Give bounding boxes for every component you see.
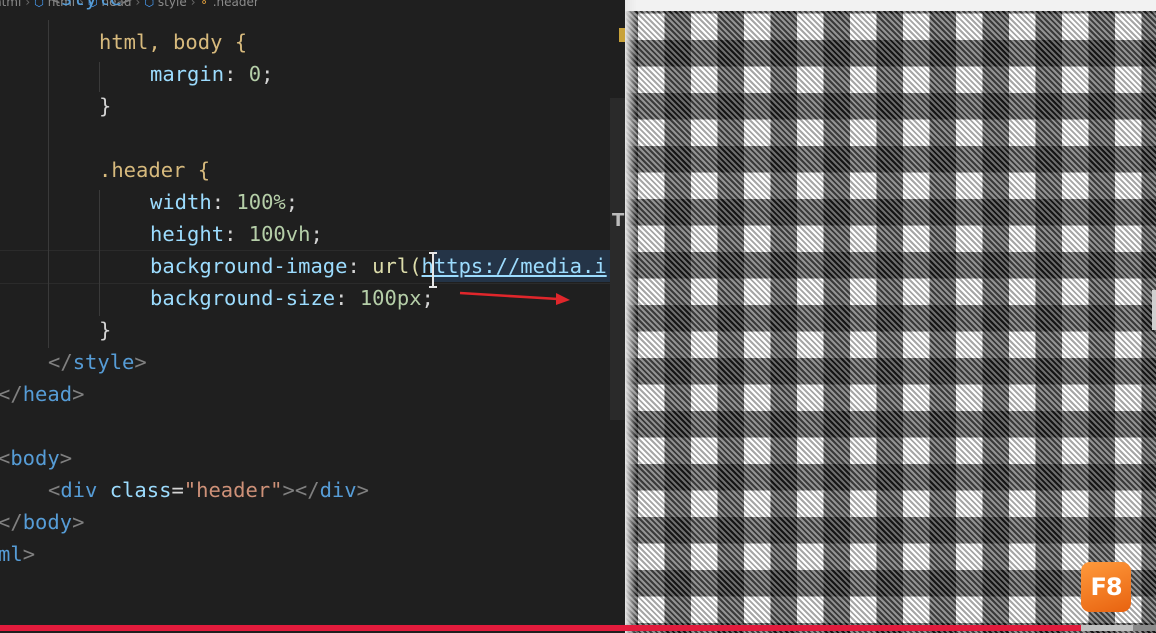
breadcrumb-item-3[interactable]: style (158, 0, 187, 9)
code-token: class (109, 478, 172, 502)
code-token: 0 (248, 62, 262, 86)
code-token: background-size (150, 286, 336, 310)
code-token: div (60, 478, 110, 502)
code-token: url( (372, 254, 422, 278)
code-token: > (356, 478, 369, 502)
f8-logo: F8 (1081, 562, 1131, 612)
code-line[interactable]: height: 100vh; (150, 218, 323, 250)
code-line[interactable]: </style> (48, 346, 147, 378)
code-token: "header" (183, 478, 283, 502)
code-line[interactable]: ml> (0, 538, 35, 570)
code-token: </ (0, 382, 23, 406)
code-token: height (150, 222, 225, 246)
code-token: html, body { (99, 30, 248, 54)
code-token: } (99, 94, 112, 118)
code-line[interactable]: <body> (0, 442, 72, 474)
code-token: > (72, 382, 85, 406)
indent-guide (99, 190, 100, 316)
code-line[interactable]: .header { (99, 154, 210, 186)
code-token: 100vh (248, 222, 311, 246)
code-token: ; (285, 190, 299, 214)
code-line[interactable]: } (99, 314, 111, 346)
code-token: .header { (99, 158, 211, 182)
code-line[interactable]: width: 100%; (150, 186, 298, 218)
minimap-glyph: T (612, 210, 625, 231)
chevron-right-icon: › (135, 0, 141, 9)
preview-top-bar (625, 0, 1156, 11)
element-icon: ⬡ (34, 0, 44, 9)
code-token: https://media.i (421, 254, 607, 278)
code-token: background-image (150, 254, 348, 278)
code-token: width (150, 190, 212, 214)
code-token: head (22, 382, 73, 406)
code-token: < (0, 446, 11, 470)
chevron-right-icon: › (25, 0, 31, 9)
code-token: } (99, 318, 112, 342)
code-token: > (134, 350, 147, 374)
code-line[interactable]: </body> (0, 506, 84, 538)
code-token: > (22, 542, 36, 566)
code-token: body (22, 510, 73, 534)
code-token: body (10, 446, 60, 470)
code-token: ; (261, 62, 274, 86)
code-token: > (122, 0, 134, 10)
code-token: ml (0, 542, 23, 566)
code-token: ></ (282, 478, 320, 502)
video-progress-bar[interactable] (0, 625, 1156, 631)
chevron-right-icon: › (190, 0, 196, 9)
code-token: 100px (359, 286, 422, 310)
red-arrow-annotation (459, 291, 570, 305)
preview-left-edge (625, 0, 637, 633)
text-cursor-icon (429, 252, 437, 288)
indent-guide (99, 62, 100, 92)
code-token: > (59, 446, 73, 470)
code-token: > (72, 510, 85, 534)
code-line[interactable]: <style> (48, 0, 134, 14)
element-icon: ⬡ (144, 0, 154, 9)
code-token: style (72, 350, 135, 374)
preview-scrollbar[interactable] (1152, 290, 1156, 330)
code-line[interactable]: <div class="header"></div> (48, 474, 369, 506)
browser-preview[interactable] (625, 0, 1156, 633)
code-token: margin (150, 62, 225, 86)
code-token: : (335, 286, 360, 310)
editor-scrollbar[interactable] (610, 98, 625, 420)
selector-icon: ⚬ (199, 0, 209, 9)
code-token: : (347, 254, 373, 278)
code-token: < (48, 478, 61, 502)
indent-guide (48, 20, 49, 348)
code-token: = (171, 478, 184, 502)
video-buffer-bar (1080, 625, 1133, 631)
code-token: 100% (236, 190, 286, 214)
code-token: ; (421, 286, 434, 310)
code-token: </ (48, 350, 73, 374)
breadcrumb-item-0[interactable]: html (0, 0, 21, 9)
code-token: style (60, 0, 122, 10)
code-token: : (224, 222, 249, 246)
code-token: < (48, 0, 60, 10)
breadcrumb-item-4[interactable]: .header (213, 0, 259, 9)
code-token: ; (310, 222, 323, 246)
code-line[interactable]: background-image: url(https://media.i (150, 250, 607, 282)
code-token: : (211, 190, 237, 214)
code-line[interactable]: } (99, 90, 111, 122)
video-progress-fill (0, 625, 1081, 631)
code-token: div (319, 478, 357, 502)
code-editor[interactable]: html › ⬡ html › ⬡ head › ⬡ style › ⚬ .he… (0, 0, 625, 633)
code-line[interactable]: background-size: 100px; (150, 282, 434, 314)
code-line[interactable]: html, body { (99, 26, 247, 58)
code-token: : (224, 62, 249, 86)
code-line[interactable]: </head> (0, 378, 84, 410)
code-line[interactable]: margin: 0; (150, 58, 273, 90)
code-token: </ (0, 510, 23, 534)
